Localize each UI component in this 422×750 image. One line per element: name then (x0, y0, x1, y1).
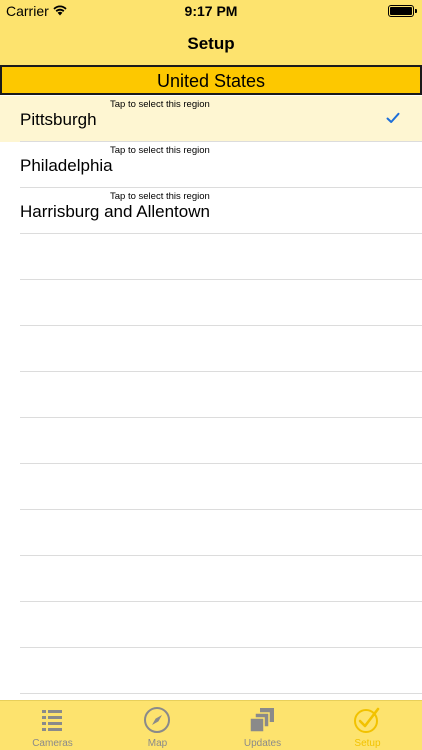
region-name: Philadelphia (20, 156, 113, 175)
tab-map[interactable]: Map (105, 701, 210, 750)
empty-row (0, 326, 422, 372)
compass-icon (144, 707, 170, 733)
check-target-icon (354, 707, 380, 733)
region-hint: Tap to select this region (110, 99, 210, 110)
status-bar: Carrier 9:17 PM (0, 0, 422, 22)
region-hint: Tap to select this region (110, 145, 210, 156)
tab-label: Cameras (32, 738, 73, 749)
clock: 9:17 PM (184, 3, 238, 19)
empty-row (0, 280, 422, 326)
empty-row (0, 418, 422, 464)
region-hint: Tap to select this region (110, 191, 210, 202)
empty-row (0, 464, 422, 510)
empty-row (0, 556, 422, 602)
empty-row (0, 372, 422, 418)
region-row-philadelphia[interactable]: Tap to select this region Philadelphia (0, 142, 422, 188)
checkmark-icon (386, 112, 400, 123)
navigation-bar: Setup (0, 22, 422, 65)
region-name: Pittsburgh (20, 110, 97, 129)
tab-updates[interactable]: Updates (210, 701, 315, 750)
section-header-label: United States (156, 71, 266, 91)
page-title: Setup (187, 34, 235, 53)
empty-row (0, 510, 422, 556)
tab-label: Map (147, 738, 168, 749)
tab-setup[interactable]: Setup (315, 701, 420, 750)
region-row-pittsburgh[interactable]: Tap to select this region Pittsburgh (0, 96, 422, 142)
empty-row (0, 648, 422, 694)
region-row-harrisburg[interactable]: Tap to select this region Harrisburg and… (0, 188, 422, 234)
tab-label: Updates (243, 738, 282, 749)
empty-row (0, 234, 422, 280)
battery-icon (388, 5, 417, 17)
region-name: Harrisburg and Allentown (20, 202, 210, 221)
stack-icon (249, 708, 274, 733)
list-icon (42, 710, 62, 731)
section-header-country: United States (0, 65, 422, 95)
tab-label: Setup (354, 738, 381, 749)
region-list: Tap to select this region Pittsburgh Tap… (0, 96, 422, 694)
tab-cameras[interactable]: Cameras (0, 701, 105, 750)
empty-row (0, 602, 422, 648)
tab-bar: Cameras Map Updates Setup (0, 700, 422, 750)
